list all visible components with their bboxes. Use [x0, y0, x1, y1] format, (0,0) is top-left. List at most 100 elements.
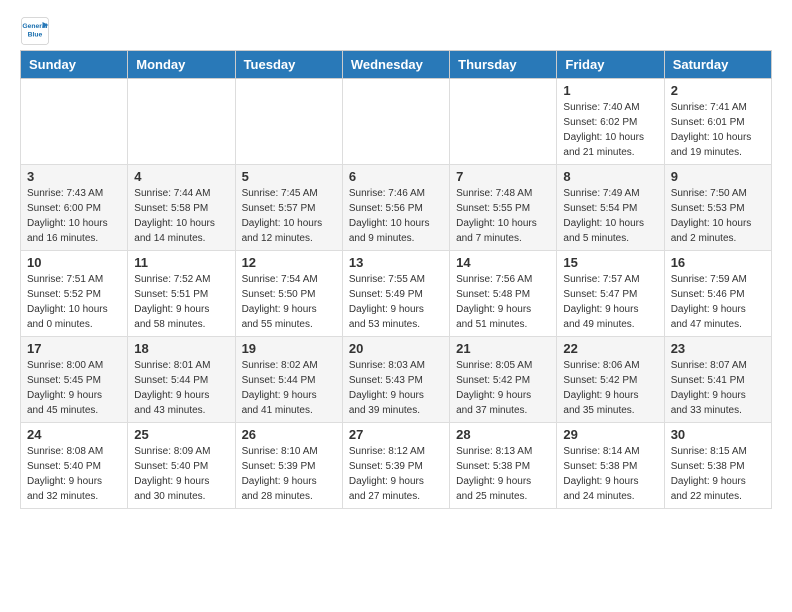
logo: General Blue: [20, 16, 54, 46]
calendar-cell: [450, 79, 557, 165]
day-info: Sunrise: 7:51 AM Sunset: 5:52 PM Dayligh…: [27, 272, 121, 332]
calendar-cell: 30 Sunrise: 8:15 AM Sunset: 5:38 PM Dayli…: [664, 423, 771, 509]
calendar-cell: 11 Sunrise: 7:52 AM Sunset: 5:51 PM Dayli…: [128, 251, 235, 337]
day-number: 10: [27, 255, 121, 270]
day-number: 14: [456, 255, 550, 270]
day-number: 21: [456, 341, 550, 356]
day-number: 18: [134, 341, 228, 356]
calendar-table: SundayMondayTuesdayWednesdayThursdayFrid…: [20, 50, 772, 509]
day-info: Sunrise: 8:10 AM Sunset: 5:39 PM Dayligh…: [242, 444, 336, 504]
day-number: 29: [563, 427, 657, 442]
calendar-header: SundayMondayTuesdayWednesdayThursdayFrid…: [21, 51, 772, 79]
day-info: Sunrise: 8:07 AM Sunset: 5:41 PM Dayligh…: [671, 358, 765, 418]
calendar-cell: 22Sunrise: 8:06 AM Sunset: 5:42 PM Dayli…: [557, 337, 664, 423]
day-number: 11: [134, 255, 228, 270]
calendar-cell: 2 Sunrise: 7:41 AM Sunset: 6:01 PM Daylig…: [664, 79, 771, 165]
day-number: 6: [349, 169, 443, 184]
calendar-cell: 24 Sunrise: 8:08 AM Sunset: 5:40 PM Dayli…: [21, 423, 128, 509]
calendar-cell: 8 Sunrise: 7:49 AM Sunset: 5:54 PM Daylig…: [557, 165, 664, 251]
week-row-4: 24 Sunrise: 8:08 AM Sunset: 5:40 PM Dayli…: [21, 423, 772, 509]
day-number: 12: [242, 255, 336, 270]
calendar-cell: 17 Sunrise: 8:00 AM Sunset: 5:45 PM Dayli…: [21, 337, 128, 423]
day-info: Sunrise: 8:15 AM Sunset: 5:38 PM Dayligh…: [671, 444, 765, 504]
day-number: 8: [563, 169, 657, 184]
calendar-cell: 23 Sunrise: 8:07 AM Sunset: 5:41 PM Dayli…: [664, 337, 771, 423]
day-number: 23: [671, 341, 765, 356]
calendar-cell: 1Sunrise: 7:40 AM Sunset: 6:02 PM Daylig…: [557, 79, 664, 165]
week-row-0: 1Sunrise: 7:40 AM Sunset: 6:02 PM Daylig…: [21, 79, 772, 165]
day-info: Sunrise: 8:14 AM Sunset: 5:38 PM Dayligh…: [563, 444, 657, 504]
day-number: 16: [671, 255, 765, 270]
calendar-cell: 12 Sunrise: 7:54 AM Sunset: 5:50 PM Dayli…: [235, 251, 342, 337]
calendar-cell: 4Sunrise: 7:44 AM Sunset: 5:58 PM Daylig…: [128, 165, 235, 251]
day-number: 28: [456, 427, 550, 442]
day-info: Sunrise: 7:59 AM Sunset: 5:46 PM Dayligh…: [671, 272, 765, 332]
day-number: 20: [349, 341, 443, 356]
day-info: Sunrise: 7:48 AM Sunset: 5:55 PM Dayligh…: [456, 186, 550, 246]
week-row-3: 17 Sunrise: 8:00 AM Sunset: 5:45 PM Dayli…: [21, 337, 772, 423]
day-info: Sunrise: 7:40 AM Sunset: 6:02 PM Dayligh…: [563, 100, 657, 160]
calendar-cell: 18Sunrise: 8:01 AM Sunset: 5:44 PM Dayli…: [128, 337, 235, 423]
calendar-cell: 28 Sunrise: 8:13 AM Sunset: 5:38 PM Dayli…: [450, 423, 557, 509]
day-info: Sunrise: 7:41 AM Sunset: 6:01 PM Dayligh…: [671, 100, 765, 160]
day-info: Sunrise: 7:52 AM Sunset: 5:51 PM Dayligh…: [134, 272, 228, 332]
day-info: Sunrise: 8:12 AM Sunset: 5:39 PM Dayligh…: [349, 444, 443, 504]
day-info: Sunrise: 7:43 AM Sunset: 6:00 PM Dayligh…: [27, 186, 121, 246]
day-number: 15: [563, 255, 657, 270]
day-info: Sunrise: 7:50 AM Sunset: 5:53 PM Dayligh…: [671, 186, 765, 246]
calendar-cell: 13 Sunrise: 7:55 AM Sunset: 5:49 PM Dayli…: [342, 251, 449, 337]
day-header-saturday: Saturday: [664, 51, 771, 79]
day-info: Sunrise: 7:55 AM Sunset: 5:49 PM Dayligh…: [349, 272, 443, 332]
day-number: 30: [671, 427, 765, 442]
calendar-cell: [342, 79, 449, 165]
day-info: Sunrise: 7:46 AM Sunset: 5:56 PM Dayligh…: [349, 186, 443, 246]
day-info: Sunrise: 7:44 AM Sunset: 5:58 PM Dayligh…: [134, 186, 228, 246]
day-number: 25: [134, 427, 228, 442]
day-number: 19: [242, 341, 336, 356]
calendar-cell: 21 Sunrise: 8:05 AM Sunset: 5:42 PM Dayli…: [450, 337, 557, 423]
day-number: 17: [27, 341, 121, 356]
calendar-wrapper: SundayMondayTuesdayWednesdayThursdayFrid…: [0, 50, 792, 519]
day-info: Sunrise: 8:00 AM Sunset: 5:45 PM Dayligh…: [27, 358, 121, 418]
calendar-cell: 7Sunrise: 7:48 AM Sunset: 5:55 PM Daylig…: [450, 165, 557, 251]
day-number: 26: [242, 427, 336, 442]
day-header-thursday: Thursday: [450, 51, 557, 79]
day-info: Sunrise: 8:06 AM Sunset: 5:42 PM Dayligh…: [563, 358, 657, 418]
calendar-cell: 29 Sunrise: 8:14 AM Sunset: 5:38 PM Dayli…: [557, 423, 664, 509]
day-number: 9: [671, 169, 765, 184]
day-info: Sunrise: 7:56 AM Sunset: 5:48 PM Dayligh…: [456, 272, 550, 332]
calendar-body: 1Sunrise: 7:40 AM Sunset: 6:02 PM Daylig…: [21, 79, 772, 509]
calendar-cell: 26 Sunrise: 8:10 AM Sunset: 5:39 PM Dayli…: [235, 423, 342, 509]
calendar-cell: 10 Sunrise: 7:51 AM Sunset: 5:52 PM Dayli…: [21, 251, 128, 337]
day-number: 24: [27, 427, 121, 442]
calendar-cell: 3 Sunrise: 7:43 AM Sunset: 6:00 PM Daylig…: [21, 165, 128, 251]
day-header-monday: Monday: [128, 51, 235, 79]
calendar-cell: 6 Sunrise: 7:46 AM Sunset: 5:56 PM Daylig…: [342, 165, 449, 251]
day-info: Sunrise: 7:57 AM Sunset: 5:47 PM Dayligh…: [563, 272, 657, 332]
calendar-cell: 5Sunrise: 7:45 AM Sunset: 5:57 PM Daylig…: [235, 165, 342, 251]
day-info: Sunrise: 7:54 AM Sunset: 5:50 PM Dayligh…: [242, 272, 336, 332]
logo-icon: General Blue: [20, 16, 50, 46]
day-number: 5: [242, 169, 336, 184]
calendar-cell: [128, 79, 235, 165]
day-info: Sunrise: 8:05 AM Sunset: 5:42 PM Dayligh…: [456, 358, 550, 418]
day-header-friday: Friday: [557, 51, 664, 79]
day-number: 3: [27, 169, 121, 184]
day-header-tuesday: Tuesday: [235, 51, 342, 79]
day-header-row: SundayMondayTuesdayWednesdayThursdayFrid…: [21, 51, 772, 79]
day-info: Sunrise: 8:02 AM Sunset: 5:44 PM Dayligh…: [242, 358, 336, 418]
day-header-sunday: Sunday: [21, 51, 128, 79]
week-row-2: 10 Sunrise: 7:51 AM Sunset: 5:52 PM Dayli…: [21, 251, 772, 337]
calendar-cell: 14 Sunrise: 7:56 AM Sunset: 5:48 PM Dayli…: [450, 251, 557, 337]
calendar-cell: 9 Sunrise: 7:50 AM Sunset: 5:53 PM Daylig…: [664, 165, 771, 251]
day-number: 2: [671, 83, 765, 98]
day-info: Sunrise: 8:13 AM Sunset: 5:38 PM Dayligh…: [456, 444, 550, 504]
calendar-cell: 19 Sunrise: 8:02 AM Sunset: 5:44 PM Dayli…: [235, 337, 342, 423]
day-info: Sunrise: 8:08 AM Sunset: 5:40 PM Dayligh…: [27, 444, 121, 504]
day-number: 27: [349, 427, 443, 442]
svg-text:Blue: Blue: [28, 31, 43, 38]
calendar-cell: 15 Sunrise: 7:57 AM Sunset: 5:47 PM Dayli…: [557, 251, 664, 337]
day-number: 13: [349, 255, 443, 270]
day-info: Sunrise: 7:49 AM Sunset: 5:54 PM Dayligh…: [563, 186, 657, 246]
calendar-cell: 16 Sunrise: 7:59 AM Sunset: 5:46 PM Dayli…: [664, 251, 771, 337]
